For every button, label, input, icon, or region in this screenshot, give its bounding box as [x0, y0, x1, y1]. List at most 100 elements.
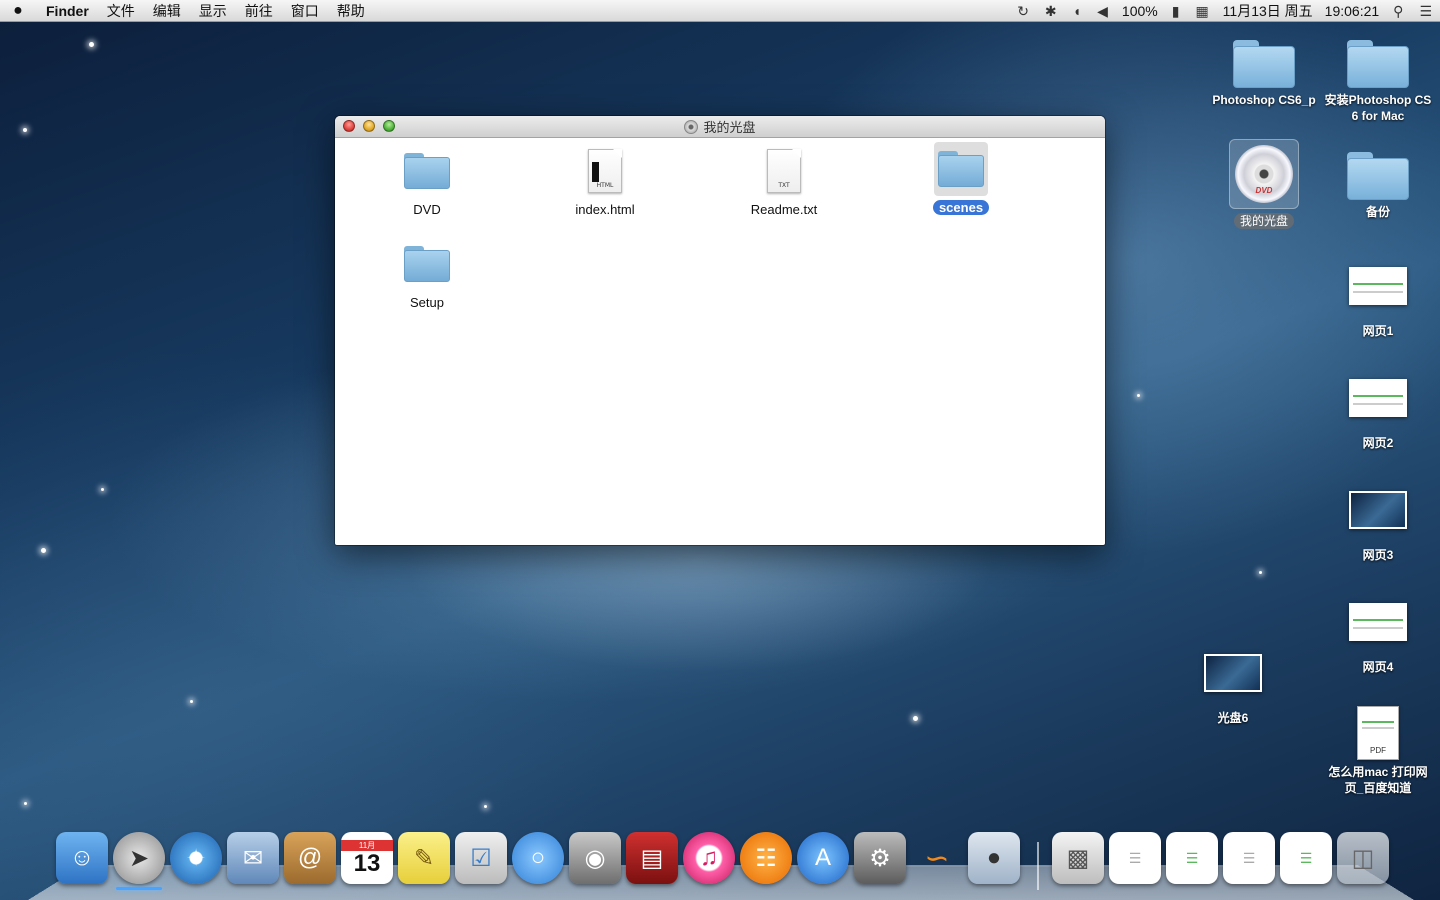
menu-app-name[interactable]: Finder [36, 0, 98, 22]
launchpad-icon[interactable]: ➤ [113, 832, 165, 884]
desktop-icon-pdf[interactable]: PDF 怎么用mac 打印网页_百度知道 [1323, 706, 1433, 796]
webpage-thumbnail-icon [1349, 267, 1407, 305]
system-preferences-icon[interactable]: ⚙ [854, 832, 906, 884]
desktop-star [24, 802, 27, 805]
desktop-icon-webpage-2[interactable]: 网页2 [1323, 379, 1433, 451]
calendar-day: 13 [353, 849, 381, 877]
iphoto-icon[interactable]: ● [968, 832, 1020, 884]
menu-go[interactable]: 前往 [236, 0, 282, 22]
zoom-button[interactable] [383, 120, 395, 132]
battery-percent[interactable]: 100% [1116, 0, 1164, 22]
image-thumbnail-icon [1349, 491, 1407, 529]
folder-icon [1233, 40, 1295, 88]
webpage-thumbnail-icon [1349, 379, 1407, 417]
minimized-window-3[interactable]: ☰ [1223, 832, 1275, 884]
folder-icon [938, 151, 984, 187]
desktop-icon-webpage-3[interactable]: 网页3 [1323, 491, 1433, 563]
desktop-star [484, 805, 487, 808]
apple-menu-icon[interactable]: ● [0, 2, 36, 20]
file-item-dvd[interactable]: DVD [367, 144, 487, 219]
dock-separator [1037, 842, 1039, 890]
desktop-star [101, 488, 104, 491]
menu-view[interactable]: 显示 [190, 0, 236, 22]
finder-window: 我的光盘 DVD HTML index.html TXT Readme.txt … [335, 116, 1105, 545]
desktop-star [1259, 571, 1262, 574]
running-indicator [116, 887, 162, 890]
minimized-window-2[interactable]: ☰ [1166, 832, 1218, 884]
menu-window[interactable]: 窗口 [282, 0, 328, 22]
menu-date[interactable]: 11月13日 周五 [1217, 0, 1319, 22]
desktop-icon-label: 网页3 [1362, 548, 1394, 562]
desktop-icon-label: 备份 [1365, 205, 1390, 219]
downloads-stack-icon[interactable]: ▩ [1052, 832, 1104, 884]
desktop-icon-label: 网页4 [1362, 660, 1394, 674]
contacts-icon[interactable]: @ [284, 832, 336, 884]
file-label: index.html [575, 202, 635, 217]
input-method-icon[interactable]: ▦ [1187, 0, 1216, 22]
notes-icon[interactable]: ✎ [398, 832, 450, 884]
desktop-icon-label: 光盘6 [1217, 711, 1249, 725]
battery-icon[interactable]: ▮ [1164, 0, 1188, 22]
txt-file-icon: TXT [767, 149, 801, 193]
desktop-icon-photoshop-cs6[interactable]: Photoshop CS6_p [1209, 40, 1319, 108]
pdf-file-icon: PDF [1357, 706, 1399, 760]
ibooks-icon[interactable]: ☷ [740, 832, 792, 884]
mail-icon[interactable]: ✉ [227, 832, 279, 884]
webpage-thumbnail-icon [1349, 603, 1407, 641]
minimize-button[interactable] [363, 120, 375, 132]
wps-icon[interactable]: ∽ [911, 832, 963, 884]
trash-icon[interactable]: ◫ [1337, 832, 1389, 884]
itunes-icon[interactable]: ♫ [683, 832, 735, 884]
desktop-icon-label: 网页1 [1362, 324, 1394, 338]
volume-icon[interactable]: ◀ [1089, 0, 1116, 22]
desktop-icon-install-photoshop[interactable]: 安装Photoshop CS 6 for Mac [1323, 40, 1433, 124]
close-button[interactable] [343, 120, 355, 132]
menu-file[interactable]: 文件 [98, 0, 144, 22]
desktop-icon-label: 网页2 [1362, 436, 1394, 450]
menu-bar: ● Finder 文件 编辑 显示 前往 窗口 帮助 ↻ ✱ ◖ ◀ 100% … [0, 0, 1440, 22]
safari-icon[interactable]: ✦ [170, 832, 222, 884]
desktop-icon-webpage-1[interactable]: 网页1 [1323, 267, 1433, 339]
file-item-setup[interactable]: Setup [367, 237, 487, 312]
desktop-icon-label: 我的光盘 [1233, 213, 1294, 229]
desktop-icon-label: Photoshop CS6_p [1212, 93, 1316, 107]
minimized-window-1[interactable]: ☰ [1109, 832, 1161, 884]
desktop-icon-disc-6[interactable]: 光盘6 [1178, 654, 1288, 726]
app-store-icon[interactable]: A [797, 832, 849, 884]
disc-icon [684, 119, 699, 134]
file-item-readme[interactable]: TXT Readme.txt [724, 144, 844, 219]
desktop-icon-webpage-4[interactable]: 网页4 [1323, 603, 1433, 675]
window-titlebar[interactable]: 我的光盘 [335, 116, 1105, 138]
facetime-icon[interactable]: ◉ [569, 832, 621, 884]
time-machine-icon[interactable]: ↻ [1009, 0, 1037, 22]
window-title-text: 我的光盘 [703, 120, 756, 135]
desktop-icon-my-disc[interactable]: DVD 我的光盘 [1209, 139, 1319, 230]
reminders-icon[interactable]: ☑ [455, 832, 507, 884]
desktop-star [89, 42, 94, 47]
desktop-star [190, 700, 193, 703]
folder-icon [404, 246, 450, 282]
menu-help[interactable]: 帮助 [328, 0, 374, 22]
photo-booth-icon[interactable]: ▤ [626, 832, 678, 884]
file-item-scenes[interactable]: scenes [901, 142, 1021, 217]
image-thumbnail-icon [1204, 654, 1262, 692]
file-item-index-html[interactable]: HTML index.html [545, 144, 665, 219]
notification-center-icon[interactable]: ☰ [1411, 0, 1440, 22]
messages-icon[interactable]: ○ [512, 832, 564, 884]
window-title: 我的光盘 [684, 117, 756, 136]
folder-icon [1347, 40, 1409, 88]
desktop-star [41, 548, 46, 553]
finder-icon[interactable]: ☺ [56, 832, 108, 884]
menu-edit[interactable]: 编辑 [144, 0, 190, 22]
calendar-icon[interactable]: 11月 13 [341, 832, 393, 884]
desktop-icon-label: 安装Photoshop CS 6 for Mac [1324, 93, 1432, 123]
desktop-icon-label: 怎么用mac 打印网页_百度知道 [1328, 765, 1428, 795]
desktop-icon-backup[interactable]: 备份 [1323, 152, 1433, 220]
spotlight-search-icon[interactable]: ⚲ [1385, 0, 1411, 22]
menu-time[interactable]: 19:06:21 [1319, 0, 1386, 22]
wifi-icon[interactable]: ◖ [1065, 0, 1089, 22]
desktop-star [1137, 394, 1140, 397]
file-label: DVD [413, 202, 441, 217]
minimized-window-4[interactable]: ☰ [1280, 832, 1332, 884]
bluetooth-icon[interactable]: ✱ [1037, 0, 1065, 22]
